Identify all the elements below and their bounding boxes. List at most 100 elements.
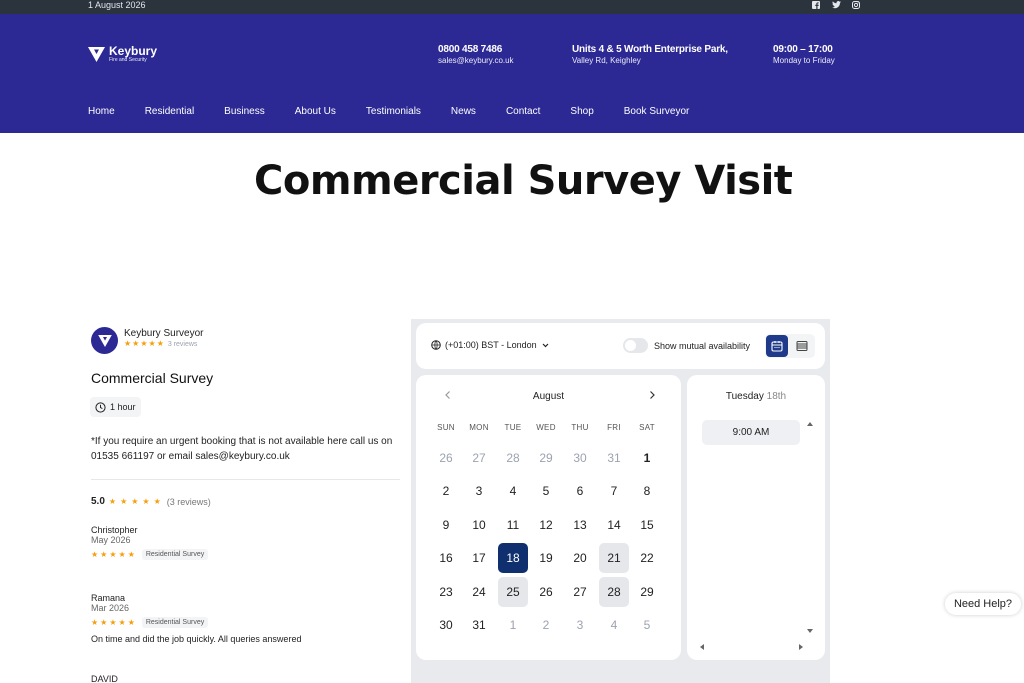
duration-label: 1 hour <box>110 402 136 412</box>
calendar-day: 12 <box>539 518 553 532</box>
site-header: Keybury Fire and Security 0800 458 7486 … <box>0 14 1024 133</box>
calendar-day: 16 <box>439 551 453 565</box>
calendar-day[interactable]: 18 <box>498 543 528 573</box>
calendar-day: 5 <box>643 618 651 632</box>
star-icon: ★ <box>132 339 140 348</box>
calendar-day: 4 <box>610 618 618 632</box>
organizer-review-count: 3 reviews <box>167 340 198 348</box>
month-view-button[interactable] <box>766 335 788 357</box>
list-view-button[interactable] <box>791 335 813 357</box>
nav-contact[interactable]: Contact <box>506 106 540 117</box>
star-icon: ★ <box>140 339 148 348</box>
star-icon: ★ <box>100 617 108 627</box>
mutual-availability-toggle[interactable] <box>623 338 648 353</box>
calendar: August SUN MON TUE WED THU FRI SAT 26 27 28 29 30 31… <box>416 375 681 660</box>
star-icon: ★ <box>148 339 156 348</box>
address-line-1: Units 4 & 5 Worth Enterprise Park, <box>572 44 728 55</box>
calendar-day: 29 <box>640 585 654 599</box>
calendar-day: 3 <box>475 484 483 498</box>
selected-day-number: 18th <box>766 391 787 402</box>
duration-badge: 1 hour <box>90 397 141 417</box>
weekday-label: SUN <box>437 423 455 432</box>
calendar-day: 7 <box>610 484 618 498</box>
calendar-day: 28 <box>506 451 520 465</box>
logo-icon <box>97 334 112 347</box>
calendar-day: 27 <box>472 451 486 465</box>
calendar-day: 15 <box>640 518 654 532</box>
weekday-label: MON <box>469 423 489 432</box>
hours-line-1: 09:00 – 17:00 <box>773 44 833 55</box>
nav-about-us[interactable]: About Us <box>295 106 336 117</box>
star-icon: ★ <box>124 339 132 348</box>
star-icon: ★ <box>109 549 117 559</box>
star-icon: ★ <box>153 496 161 506</box>
selected-day-heading: Tuesday 18th <box>687 391 825 402</box>
nav-business[interactable]: Business <box>224 106 265 117</box>
review-stars: ★ ★ ★ ★ ★ Residential Survey <box>91 549 209 560</box>
calendar-day: 14 <box>607 518 621 532</box>
review-item: Ramana Mar 2026 ★ ★ ★ ★ ★ Residential Survey… <box>91 593 301 644</box>
horizontal-scrollbar[interactable] <box>699 638 804 650</box>
calendar-day[interactable]: 1 <box>632 443 662 473</box>
phone-number[interactable]: 0800 458 7486 <box>438 44 514 55</box>
star-icon: ★ <box>156 339 164 348</box>
twitter-icon[interactable] <box>832 1 841 9</box>
calendar-day: 26 <box>439 451 453 465</box>
timezone-select[interactable]: (+01:00) BST - London <box>431 340 550 350</box>
social-links <box>812 1 860 9</box>
calendar-day: 20 <box>573 551 587 565</box>
calendar-day: 19 <box>539 551 553 565</box>
calendar-day: 23 <box>439 585 453 599</box>
review-badge: Residential Survey <box>141 549 209 560</box>
nav-home[interactable]: Home <box>88 106 115 117</box>
rating-summary: 5.0 ★ ★ ★ ★ ★ (3 reviews) <box>91 496 211 507</box>
nav-residential[interactable]: Residential <box>145 106 194 117</box>
chevron-right-icon <box>650 391 655 399</box>
instagram-icon[interactable] <box>852 1 860 9</box>
calendar-day: 29 <box>539 451 553 465</box>
vertical-scrollbar[interactable] <box>805 420 815 635</box>
calendar-day[interactable]: 28 <box>599 577 629 607</box>
organizer: Keybury Surveyor ★ ★ ★ ★ ★ 3 reviews <box>91 327 203 354</box>
contact-phone-block: 0800 458 7486 sales@keybury.co.uk <box>438 44 514 66</box>
nav-book-surveyor[interactable]: Book Surveyor <box>624 106 690 117</box>
star-icon: ★ <box>118 549 126 559</box>
facebook-icon[interactable] <box>812 1 820 9</box>
calendar-day: 17 <box>472 551 486 565</box>
calendar-day: 2 <box>542 618 550 632</box>
calendar-day: 13 <box>573 518 587 532</box>
calendar-day[interactable]: 25 <box>498 577 528 607</box>
next-month-button[interactable] <box>647 389 657 403</box>
nav-testimonials[interactable]: Testimonials <box>366 106 421 117</box>
rating-count: (3 reviews) <box>166 496 211 507</box>
scheduler: (+01:00) BST - London Show mutual availa… <box>411 319 830 683</box>
calendar-day: 3 <box>576 618 584 632</box>
star-icon: ★ <box>91 549 99 559</box>
time-slots: Tuesday 18th 9:00 AM <box>687 375 825 660</box>
email-address[interactable]: sales@keybury.co.uk <box>438 55 514 66</box>
logo-icon <box>88 47 105 62</box>
brand-tagline: Fire and Security <box>109 57 147 63</box>
address-line-2: Valley Rd, Keighley <box>572 56 641 65</box>
weekday-label: FRI <box>607 423 621 432</box>
brand-name: Keybury <box>109 44 158 58</box>
timezone-label: (+01:00) BST - London <box>445 340 537 350</box>
weekday-label: WED <box>536 423 556 432</box>
calendar-day: 6 <box>576 484 584 498</box>
calendar-day[interactable]: 21 <box>599 543 629 573</box>
logo[interactable]: Keybury Fire and Security <box>88 44 158 63</box>
top-bar: 1 August 2026 <box>0 0 1024 14</box>
calendar-day: 1 <box>509 618 517 632</box>
selected-day-label: Tuesday <box>725 391 764 402</box>
clock-icon <box>95 401 106 413</box>
time-slot-button[interactable]: 9:00 AM <box>702 420 800 445</box>
need-help-button[interactable]: Need Help? <box>945 593 1021 615</box>
nav-news[interactable]: News <box>451 106 476 117</box>
reviewer-name: DAVID <box>91 674 118 683</box>
calendar-day: 4 <box>509 484 517 498</box>
review-item: Christopher May 2026 ★ ★ ★ ★ ★ Residential S… <box>91 525 209 560</box>
avatar <box>91 327 118 354</box>
page-title: Commercial Survey Visit <box>254 158 793 204</box>
calendar-day: 31 <box>607 451 621 465</box>
nav-shop[interactable]: Shop <box>570 106 593 117</box>
